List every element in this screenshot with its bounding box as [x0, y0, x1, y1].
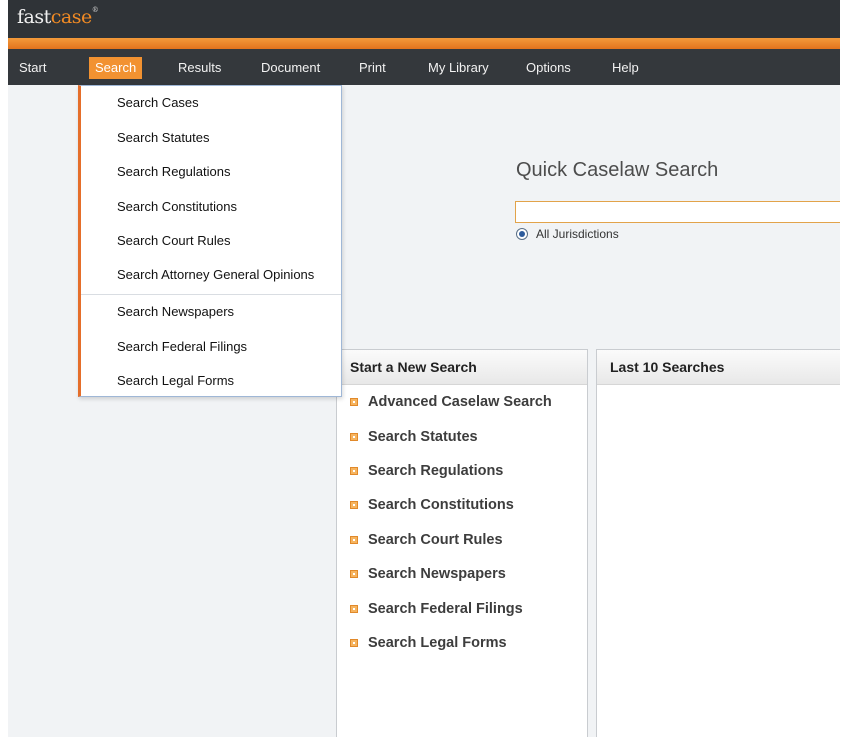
quick-search-input[interactable] [515, 201, 840, 223]
bullet-icon [350, 638, 358, 647]
bullet-icon [350, 535, 358, 544]
jurisdiction-label: All Jurisdictions [536, 227, 619, 241]
last-searches-panel: Last 10 Searches [596, 349, 840, 737]
link-federal-filings[interactable]: Search Federal Filings [337, 591, 587, 625]
link-legal-forms[interactable]: Search Legal Forms [337, 626, 587, 660]
fastcase-logo: fastcase® [17, 6, 99, 28]
bullet-icon [350, 466, 358, 475]
dropdown-search-newspapers[interactable]: Search Newspapers [117, 304, 234, 319]
bullet-icon [350, 604, 358, 613]
new-search-panel: Start a New Search Advanced Caselaw Sear… [336, 349, 588, 737]
dropdown-search-ag-opinions[interactable]: Search Attorney General Opinions [117, 267, 314, 282]
dropdown-search-court-rules[interactable]: Search Court Rules [117, 233, 230, 248]
app-window: fastcase® Start Search Results Document … [8, 0, 840, 737]
link-court-rules[interactable]: Search Court Rules [337, 523, 587, 557]
bullet-icon [350, 432, 358, 441]
quick-search-title: Quick Caselaw Search [516, 159, 719, 181]
dropdown-search-constitutions[interactable]: Search Constitutions [117, 199, 237, 214]
link-constitutions[interactable]: Search Constitutions [337, 488, 587, 522]
radio-selected-icon[interactable] [516, 228, 528, 240]
menu-start[interactable]: Start [19, 57, 46, 79]
last-searches-header: Last 10 Searches [597, 350, 840, 385]
new-search-header: Start a New Search [337, 350, 587, 385]
menu-search[interactable]: Search [89, 57, 143, 79]
menu-help[interactable]: Help [612, 57, 639, 79]
menu-my-library[interactable]: My Library [428, 57, 489, 79]
bullet-icon [350, 501, 358, 510]
bullet-icon [350, 570, 358, 579]
search-dropdown-menu: Search Cases Search Statutes Search Regu… [78, 85, 342, 397]
link-statutes[interactable]: Search Statutes [337, 419, 587, 453]
accent-band [8, 38, 840, 49]
jurisdiction-option[interactable]: All Jurisdictions [516, 227, 619, 241]
dropdown-search-statutes[interactable]: Search Statutes [117, 130, 210, 145]
menu-print[interactable]: Print [359, 57, 386, 79]
menu-options[interactable]: Options [526, 57, 571, 79]
menu-document[interactable]: Document [261, 57, 320, 79]
link-advanced-caselaw[interactable]: Advanced Caselaw Search [337, 385, 587, 419]
link-newspapers[interactable]: Search Newspapers [337, 557, 587, 591]
new-search-links: Advanced Caselaw Search Search Statutes … [337, 385, 587, 660]
dropdown-search-cases[interactable]: Search Cases [117, 95, 199, 110]
dropdown-separator [81, 294, 341, 295]
dropdown-search-federal-filings[interactable]: Search Federal Filings [117, 339, 247, 354]
title-bar: fastcase® [8, 0, 840, 38]
menu-results[interactable]: Results [178, 57, 221, 79]
menu-bar: Start Search Results Document Print My L… [8, 49, 840, 85]
dropdown-search-legal-forms[interactable]: Search Legal Forms [117, 373, 234, 388]
bullet-icon [350, 398, 358, 407]
dropdown-search-regulations[interactable]: Search Regulations [117, 164, 230, 179]
link-regulations[interactable]: Search Regulations [337, 454, 587, 488]
